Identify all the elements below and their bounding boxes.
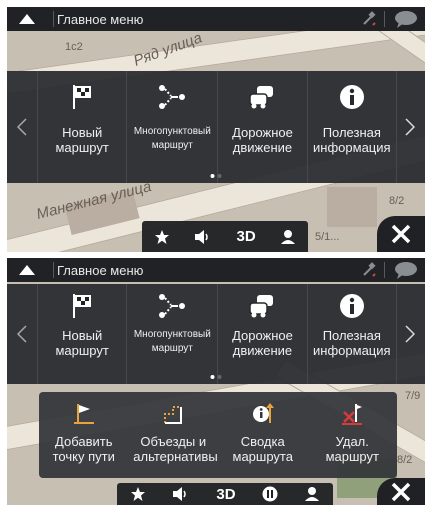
- building-number: 8/2: [389, 195, 405, 207]
- traffic-icon: [247, 292, 277, 324]
- submenu-delete-route[interactable]: Удал. маршрут: [308, 392, 398, 478]
- satellite-icon: [363, 262, 376, 277]
- submenu-item-label: Добавить точку пути: [52, 434, 115, 464]
- volume-icon[interactable]: [194, 229, 212, 245]
- menu-item-label: Новый маршрут: [55, 328, 109, 358]
- page-title: Главное меню: [57, 262, 144, 278]
- submenu-add-waypoint[interactable]: Добавить точку пути: [39, 392, 129, 478]
- message-icon[interactable]: [393, 261, 419, 279]
- prev-page-arrow[interactable]: [7, 284, 37, 384]
- submenu-route-summary[interactable]: Сводка маршрута: [218, 392, 308, 478]
- close-icon: [391, 224, 411, 244]
- pause-icon[interactable]: [262, 486, 278, 502]
- menu-multipoint-route[interactable]: Многопунктовый маршрут: [126, 71, 217, 183]
- multipoint-route-icon: [157, 83, 187, 115]
- main-menu-panel: Новый маршрут Многопунктовый маршрут Дор…: [7, 71, 425, 183]
- user-profile-icon[interactable]: [304, 486, 320, 502]
- screen-main-menu: Ряд улица Манежная улица 1с2 5/1... 8/2 …: [7, 7, 425, 252]
- building-number: 5/1...: [315, 231, 340, 243]
- page-indicator: [210, 174, 222, 178]
- menu-item-label: Дорожное движение: [232, 328, 293, 358]
- bottom-bar: 3D: [142, 221, 308, 252]
- building-number: 1с2: [65, 41, 83, 53]
- menu-useful-info[interactable]: Полезная информация: [306, 71, 397, 183]
- top-bar: Главное меню: [7, 258, 425, 282]
- menu-traffic[interactable]: Дорожное движение: [217, 71, 306, 183]
- next-page-arrow[interactable]: [395, 71, 425, 183]
- top-bar: Главное меню: [7, 7, 425, 31]
- submenu-detours[interactable]: Объезды и альтернативы: [129, 392, 219, 478]
- route-summary-icon: [251, 402, 275, 428]
- volume-icon[interactable]: [172, 486, 190, 502]
- checkered-flag-icon: [70, 292, 94, 324]
- menu-item-label: Многопунктовый маршрут: [133, 126, 211, 151]
- collapse-up-icon[interactable]: [7, 7, 47, 31]
- menu-traffic[interactable]: Дорожное движение: [217, 284, 306, 384]
- menu-multipoint-route[interactable]: Многопунктовый маршрут: [126, 284, 217, 384]
- bottom-bar: 3D: [117, 483, 333, 505]
- menu-item-label: Новый маршрут: [55, 125, 109, 155]
- view-mode-button[interactable]: 3D: [216, 486, 235, 503]
- next-page-arrow[interactable]: [395, 284, 425, 384]
- route-submenu: Добавить точку пути Объезды и альтернати…: [39, 392, 397, 478]
- submenu-item-label: Объезды и альтернативы: [133, 434, 218, 464]
- menu-item-label: Дорожное движение: [232, 125, 293, 155]
- message-icon[interactable]: [393, 10, 419, 28]
- info-icon: [338, 292, 366, 324]
- multipoint-route-icon: [157, 292, 187, 324]
- info-icon: [338, 83, 366, 115]
- page-indicator: [210, 375, 222, 379]
- satellite-icon: [363, 11, 376, 26]
- detour-icon: [162, 402, 184, 428]
- menu-useful-info[interactable]: Полезная информация: [306, 284, 397, 384]
- menu-item-label: Полезная информация: [313, 328, 391, 358]
- main-menu-panel: Новый маршрут Многопунктовый маршрут Дор…: [7, 284, 425, 384]
- user-profile-icon[interactable]: [280, 229, 296, 245]
- submenu-item-label: Удал. маршрут: [325, 434, 379, 464]
- menu-new-route[interactable]: Новый маршрут: [37, 284, 126, 384]
- collapse-up-icon[interactable]: [7, 258, 47, 282]
- building-number: 8/2: [397, 454, 413, 466]
- screen-main-menu-route: 8/2 7/9 Главное меню Новый маршрут Много…: [7, 258, 425, 505]
- close-icon: [391, 482, 411, 501]
- building-number: 7/9: [405, 390, 421, 402]
- checkered-flag-icon: [70, 83, 94, 115]
- prev-page-arrow[interactable]: [7, 71, 37, 183]
- menu-new-route[interactable]: Новый маршрут: [37, 71, 126, 183]
- menu-item-label: Полезная информация: [313, 125, 391, 155]
- page-title: Главное меню: [57, 11, 144, 27]
- favorites-star-icon[interactable]: [130, 486, 146, 502]
- close-button[interactable]: [377, 216, 425, 252]
- view-mode-button[interactable]: 3D: [237, 228, 256, 245]
- menu-item-label: Многопунктовый маршрут: [133, 329, 211, 354]
- favorites-star-icon[interactable]: [154, 229, 170, 245]
- submenu-item-label: Сводка маршрута: [232, 434, 293, 464]
- delete-route-icon: [341, 402, 363, 428]
- close-button[interactable]: [377, 478, 425, 505]
- add-waypoint-icon: [73, 402, 95, 428]
- traffic-icon: [247, 83, 277, 115]
